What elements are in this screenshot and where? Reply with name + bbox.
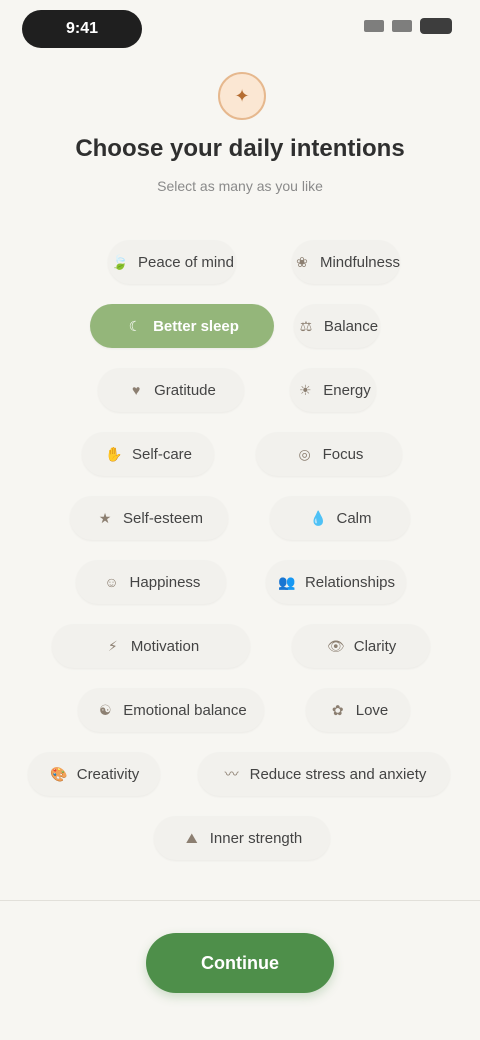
droplet-icon: 💧 [309, 509, 328, 526]
moon-icon: ☾ [128, 317, 142, 334]
bolt-icon: ⚡ [107, 637, 118, 654]
chip-balance[interactable]: ⚖ Balance [294, 304, 380, 348]
chip-energy[interactable]: ☀ Energy [290, 368, 376, 412]
eye-icon: 👁 [326, 637, 345, 654]
leaf-icon: 🍃 [111, 253, 129, 270]
chip-reduce-stress[interactable]: 〰 Reduce stress and anxiety [198, 752, 450, 796]
chip-mindfulness[interactable]: ❀ Mindfulness [292, 240, 400, 284]
star-icon: ★ [98, 509, 112, 526]
chip-label: Reduce stress and anxiety [249, 765, 427, 783]
chip-clarity[interactable]: 👁 Clarity [292, 624, 430, 668]
intention-chips: 🍃 Peace of mind ❀ Mindfulness ☾ Better s… [0, 240, 480, 880]
chip-creativity[interactable]: 🎨 Creativity [28, 752, 160, 796]
chip-label: Happiness [129, 573, 201, 591]
chip-happiness[interactable]: ☺ Happiness [76, 560, 226, 604]
chip-label: Creativity [76, 765, 140, 783]
page-subtitle: Select as many as you like [157, 178, 323, 194]
page-title: Choose your daily intentions [75, 135, 405, 162]
chip-motivation[interactable]: ⚡ Motivation [52, 624, 250, 668]
chip-label: Balance [323, 317, 379, 335]
footer-divider [0, 900, 480, 901]
chip-label: Energy [323, 381, 371, 399]
signal-icon [364, 20, 384, 32]
palette-icon: 🎨 [50, 765, 68, 782]
sun-icon: ☀ [298, 381, 312, 398]
rose-icon: ✿ [331, 701, 344, 718]
status-icons [364, 18, 452, 34]
chip-peace-of-mind[interactable]: 🍃 Peace of mind [108, 240, 236, 284]
chip-focus[interactable]: ◎ Focus [256, 432, 402, 476]
chip-relationships[interactable]: 👥 Relationships [266, 560, 406, 604]
chip-inner-strength[interactable]: ⛰ Inner strength [154, 816, 330, 860]
yin-yang-icon: ☯ [99, 701, 112, 718]
status-time: 9:41 [22, 10, 142, 48]
chip-label: Self-care [131, 445, 193, 463]
heart-icon: ♥ [131, 382, 141, 398]
people-icon: 👥 [278, 573, 296, 590]
flower-icon: ❀ [296, 253, 308, 270]
chip-better-sleep[interactable]: ☾ Better sleep [90, 304, 274, 348]
status-bar: 9:41 [0, 0, 480, 62]
chip-label: Calm [336, 509, 372, 527]
chip-label: Inner strength [209, 829, 303, 847]
battery-icon [420, 18, 452, 34]
balance-icon: ⚖ [299, 317, 313, 334]
sparkle-icon: ✦ [218, 72, 266, 120]
chip-label: Clarity [353, 637, 397, 655]
chip-calm[interactable]: 💧 Calm [270, 496, 410, 540]
chip-label: Peace of mind [138, 253, 234, 271]
target-icon: ◎ [298, 445, 311, 462]
chip-label: Relationships [304, 573, 396, 591]
chip-self-esteem[interactable]: ★ Self-esteem [70, 496, 228, 540]
chip-label: Better sleep [153, 317, 239, 335]
chip-label: Self-esteem [122, 509, 204, 527]
wave-icon: 〰 [224, 766, 239, 782]
smile-icon: ☺ [104, 574, 119, 590]
chip-gratitude[interactable]: ♥ Gratitude [98, 368, 244, 412]
chip-label: Focus [322, 445, 364, 463]
chip-emotional-balance[interactable]: ☯ Emotional balance [78, 688, 264, 732]
hand-icon: ✋ [105, 445, 123, 462]
continue-button[interactable]: Continue [146, 933, 334, 993]
wifi-icon [392, 20, 412, 32]
chip-label: Love [355, 701, 389, 719]
mountain-icon: ⛰ [185, 829, 198, 846]
chip-self-care[interactable]: ✋ Self-care [82, 432, 214, 476]
chip-label: Motivation [130, 637, 200, 655]
chip-label: Emotional balance [123, 701, 247, 719]
chip-label: Mindfulness [319, 253, 400, 271]
chip-label: Gratitude [154, 381, 216, 399]
chip-love[interactable]: ✿ Love [306, 688, 410, 732]
